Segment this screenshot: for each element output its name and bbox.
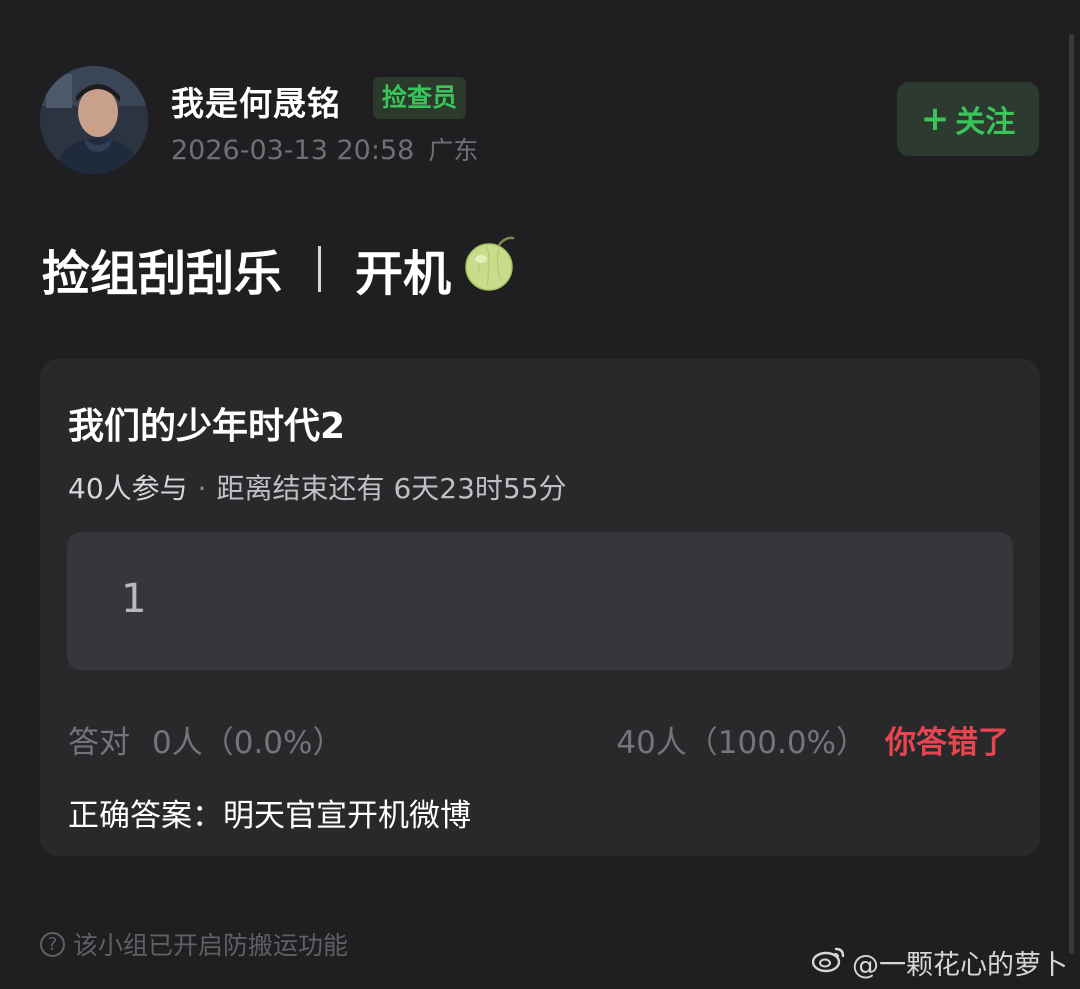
participant-count: 40人参与 [68, 472, 188, 505]
wrong-stats: 40人（100.0%） 你答错了 [616, 717, 1009, 762]
post-title-left: 捡组刮刮乐 [42, 246, 283, 302]
watermark-text: @一颗花心的萝卜 [852, 950, 1068, 981]
post-meta: 2026-03-13 20:58 广东 [171, 131, 478, 167]
correct-label: 答对 [68, 725, 130, 761]
quiz-meta: 40人参与 · 距离结束还有 6天23时55分 [68, 467, 567, 507]
correct-count: 0人（0.0%） [152, 725, 344, 761]
meta-dot: · [197, 472, 207, 505]
result-text: 你答错了 [885, 725, 1009, 761]
anti-repost-note: ? 该小组已开启防搬运功能 [40, 926, 348, 962]
correct-answer: 正确答案：明天官宣开机微博 [68, 798, 471, 834]
watermark: @一颗花心的萝卜 [811, 943, 1068, 982]
post-title: 捡组刮刮乐 开机 [42, 236, 517, 302]
answer-option[interactable]: 1 [67, 532, 1013, 670]
anti-repost-text: 该小组已开启防搬运功能 [73, 931, 349, 960]
title-separator [318, 246, 322, 292]
answer-value: 1 [121, 576, 147, 622]
role-badge: 捡查员 [373, 77, 467, 119]
correct-stats: 答对 0人（0.0%） [68, 717, 343, 762]
time-remaining: 距离结束还有 6天23时55分 [216, 472, 567, 505]
follow-label: 关注 [955, 105, 1016, 140]
weibo-logo-icon [811, 945, 846, 980]
avatar[interactable] [40, 66, 148, 174]
wrong-count: 40人（100.0%） [616, 725, 867, 761]
follow-button[interactable]: + 关注 [897, 82, 1039, 156]
melon-emoji-icon [465, 233, 517, 305]
quiz-card: 我们的少年时代2 40人参与 · 距离结束还有 6天23时55分 1 答对 0人（0.… [40, 359, 1040, 856]
help-circle-icon[interactable]: ? [40, 931, 65, 957]
quiz-title: 我们的少年时代2 [68, 406, 346, 447]
post-location: 广东 [428, 136, 479, 165]
post-title-right: 开机 [355, 246, 452, 302]
plus-icon: + [920, 99, 950, 139]
scrollbar[interactable] [1069, 34, 1074, 954]
post-timestamp: 2026-03-13 20:58 [171, 135, 415, 166]
author-name[interactable]: 我是何晟铭 [171, 77, 341, 125]
